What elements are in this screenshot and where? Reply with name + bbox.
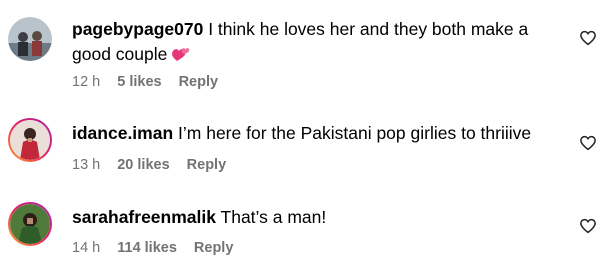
- comment-username[interactable]: sarahafreenmalik: [72, 207, 216, 227]
- avatar[interactable]: [8, 202, 52, 246]
- avatar-photo: [8, 17, 52, 61]
- avatar[interactable]: [8, 118, 52, 162]
- two-hearts-icon: [171, 45, 191, 70]
- heart-outline-icon[interactable]: [579, 29, 597, 47]
- likes-count[interactable]: 114 likes: [117, 240, 177, 256]
- comment-item: sarahafreenmalik That’s a man! 14 h 114 …: [0, 183, 609, 261]
- avatar-photo: [10, 120, 50, 160]
- likes-count[interactable]: 5 likes: [117, 74, 161, 90]
- comment-item: idance.iman I’m here for the Pakistani p…: [0, 95, 609, 183]
- comment-body: idance.iman I’m here for the Pakistani p…: [72, 121, 565, 146]
- comment-username[interactable]: pagebypage070: [72, 19, 203, 39]
- comment-text: I think he loves her and they both make …: [208, 19, 529, 39]
- comment-meta: 12 h 5 likes Reply: [72, 74, 218, 90]
- reply-button[interactable]: Reply: [187, 157, 227, 173]
- comment-time: 13 h: [72, 157, 101, 173]
- comment-time: 14 h: [72, 240, 101, 256]
- comment-meta: 14 h 114 likes Reply: [72, 240, 233, 256]
- comment-text: That’s a man!: [220, 207, 327, 227]
- comment-body: pagebypage070 I think he loves her and t…: [72, 17, 565, 70]
- heart-outline-icon[interactable]: [579, 217, 597, 235]
- comment-item: pagebypage070 I think he loves her and t…: [0, 0, 609, 95]
- comment-text: I’m here for the Pakistani pop girlies t…: [178, 123, 532, 143]
- comment-time: 12 h: [72, 74, 101, 90]
- comment-meta: 13 h 20 likes Reply: [72, 157, 226, 173]
- comment-body: sarahafreenmalik That’s a man!: [72, 205, 565, 230]
- heart-outline-icon[interactable]: [579, 134, 597, 152]
- avatar-photo: [10, 204, 50, 244]
- reply-button[interactable]: Reply: [179, 74, 219, 90]
- avatar[interactable]: [8, 17, 52, 61]
- comment-text-continued: good couple: [72, 44, 168, 64]
- likes-count[interactable]: 20 likes: [117, 157, 169, 173]
- comment-username[interactable]: idance.iman: [72, 123, 173, 143]
- reply-button[interactable]: Reply: [194, 240, 234, 256]
